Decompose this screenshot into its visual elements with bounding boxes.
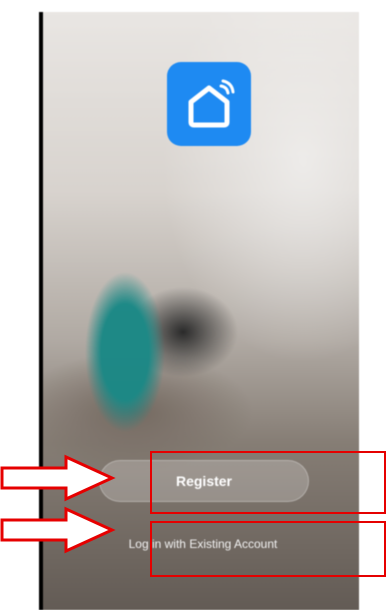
arrow-right-icon [0, 506, 116, 554]
register-highlight-box [150, 451, 386, 514]
smart-home-wifi-icon [188, 79, 235, 128]
login-highlight-box [150, 521, 386, 577]
app-logo [167, 62, 251, 146]
arrow-right-icon [0, 454, 116, 502]
